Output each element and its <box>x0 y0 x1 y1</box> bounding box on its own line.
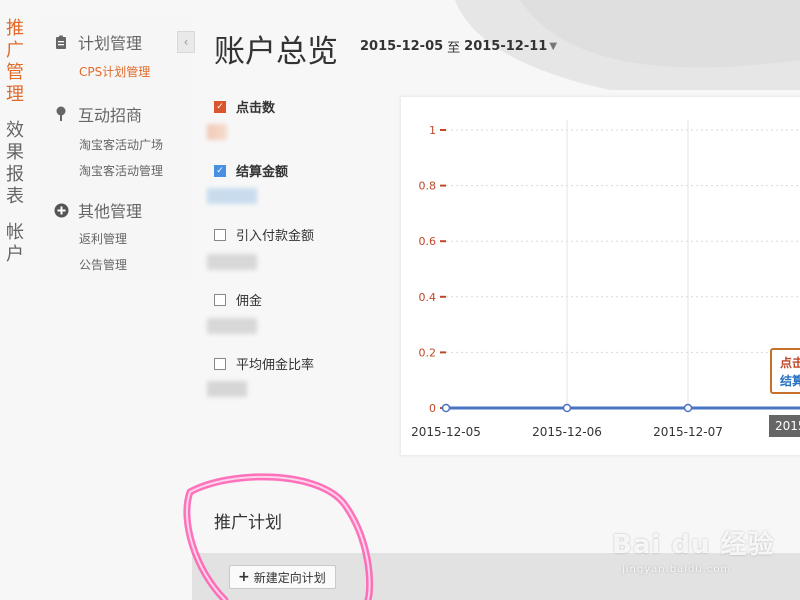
plus-circle-icon <box>52 201 70 219</box>
primary-nav: 推广管理效果报表帐户 <box>0 18 42 280</box>
submenu-section-plan[interactable]: 计划管理 <box>52 30 142 54</box>
metric-row[interactable]: 平均佣金比率 <box>214 354 314 373</box>
submenu-section-other[interactable]: 其他管理 <box>52 198 142 222</box>
date-range-picker[interactable]: 2015-12-05 至 2015-12-11 ▼ <box>360 37 557 56</box>
metric-checkbox[interactable]: ✓ <box>214 164 226 177</box>
date-separator: 至 <box>447 41 461 56</box>
metric-checkbox[interactable] <box>214 293 226 306</box>
data-point <box>683 403 693 413</box>
metric-label: 平均佣金比率 <box>236 358 315 373</box>
x-tick-label: 2015-12-07 <box>653 425 723 439</box>
section-title: 推广计划 <box>214 513 282 533</box>
nav-item-1[interactable]: 效果报表 <box>6 120 28 208</box>
submenu-section-interactive[interactable]: 互动招商 <box>52 102 142 126</box>
chart-date-badge: 2015 <box>769 415 800 437</box>
submenu-link-announcement[interactable]: 公告管理 <box>79 256 127 273</box>
y-tick-label: 1 <box>429 124 436 137</box>
y-tick-label: 0.6 <box>419 235 437 248</box>
chevron-left-icon: ‹ <box>183 35 189 49</box>
tooltip-line-settlement: 结算 <box>780 374 800 388</box>
new-plan-label: 新建定向计划 <box>253 570 326 585</box>
nav-item-2[interactable]: 帐户 <box>6 222 28 266</box>
submenu-section-title: 计划管理 <box>78 34 143 53</box>
submenu-link-activity-square[interactable]: 淘宝客活动广场 <box>79 136 163 153</box>
metric-label: 佣金 <box>236 294 263 309</box>
caret-down-icon: ▼ <box>549 41 558 52</box>
y-tick-label: 0.4 <box>419 291 437 304</box>
metric-row[interactable]: 引入付款金额 <box>214 225 314 244</box>
submenu-section-title: 其他管理 <box>78 202 143 221</box>
clipboard-icon <box>52 33 70 51</box>
chart-panel: 1 0.8 0.6 0.4 0.2 0 2015-12-05 2015-12-06 2015-1… <box>400 96 800 456</box>
date-end: 2015-12-11 <box>464 39 548 54</box>
date-start: 2015-12-05 <box>360 39 444 54</box>
metric-label: 结算金额 <box>236 165 289 180</box>
submenu-link-cps-plan[interactable]: CPS计划管理 <box>79 63 150 80</box>
metric-row[interactable]: ✓ 点击数 <box>214 97 275 116</box>
metric-label: 点击数 <box>236 101 276 116</box>
metric-label: 引入付款金额 <box>236 229 315 244</box>
metric-checkbox[interactable] <box>214 228 226 241</box>
metric-row[interactable]: 佣金 <box>214 290 262 309</box>
y-tick-label: 0.8 <box>419 180 437 193</box>
metric-row[interactable]: ✓ 结算金额 <box>214 161 288 180</box>
plus-icon: + <box>238 569 250 585</box>
metric-checkbox[interactable]: ✓ <box>214 100 226 113</box>
page-title: 账户总览 <box>214 34 338 70</box>
pin-icon <box>52 105 70 123</box>
nav-item-0[interactable]: 推广管理 <box>6 18 28 106</box>
submenu-panel: 计划管理 CPS计划管理 互动招商 淘宝客活动广场 淘宝客活动管理 其他管理 返… <box>42 18 192 278</box>
line-chart: 1 0.8 0.6 0.4 0.2 0 2015-12-05 2015-12-06 2015-1… <box>411 120 800 439</box>
collapse-sidebar-button[interactable]: ‹ <box>177 31 195 53</box>
metric-value-blurred <box>207 188 257 204</box>
tooltip-line-clicks: 点击 <box>780 356 800 370</box>
new-targeted-plan-button[interactable]: + 新建定向计划 <box>229 565 336 589</box>
metric-value-blurred <box>207 318 257 334</box>
metric-value-blurred <box>207 254 257 270</box>
metric-checkbox[interactable] <box>214 357 226 370</box>
submenu-link-rebate[interactable]: 返利管理 <box>79 230 127 247</box>
submenu-link-activity-manage[interactable]: 淘宝客活动管理 <box>79 162 163 179</box>
data-point <box>562 403 572 413</box>
x-tick-label: 2015-12-06 <box>532 425 602 439</box>
data-point <box>441 403 451 413</box>
x-tick-label: 2015-12-05 <box>411 425 481 439</box>
metric-value-blurred <box>207 381 247 397</box>
y-tick-label: 0 <box>429 402 436 415</box>
metric-value-blurred <box>207 124 227 140</box>
chart-tooltip: 点击 结算 <box>770 348 800 394</box>
submenu-section-title: 互动招商 <box>78 106 143 125</box>
y-tick-label: 0.2 <box>419 346 437 359</box>
